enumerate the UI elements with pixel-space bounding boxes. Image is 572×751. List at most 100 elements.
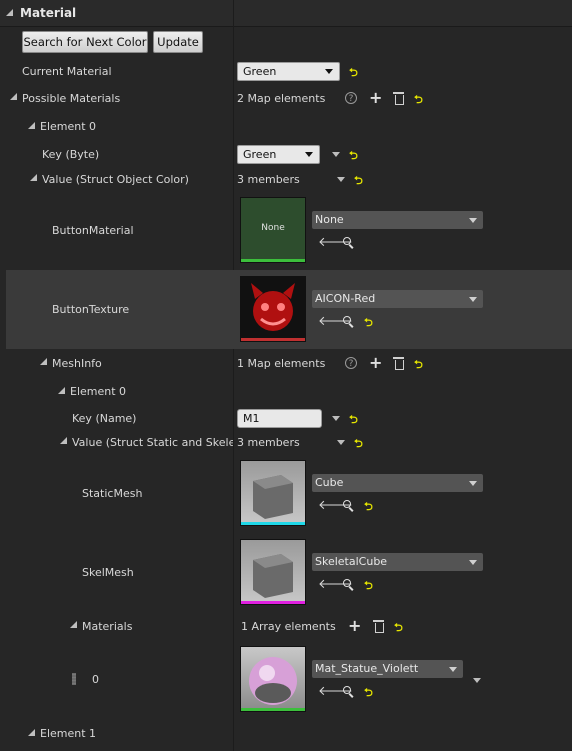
reset-to-default-icon[interactable]: ⮌	[364, 314, 373, 333]
red-devil-icon	[251, 283, 295, 331]
expand-arrow-icon[interactable]	[28, 122, 35, 129]
update-button[interactable]: Update	[153, 31, 203, 53]
asset-name: AICON-Red	[315, 292, 376, 305]
browse-magnifier-icon[interactable]	[343, 237, 351, 245]
drag-handle-icon[interactable]	[72, 673, 76, 685]
button-material-asset-combo[interactable]: None	[312, 211, 483, 229]
current-material-label: Current Material	[22, 65, 112, 78]
reset-to-default-icon[interactable]: ⮌	[414, 356, 423, 375]
delete-icon[interactable]	[393, 92, 404, 105]
array-index-label: 0	[92, 673, 99, 686]
current-material-combo[interactable]: Green	[237, 62, 340, 81]
cube-icon	[253, 554, 293, 598]
static-mesh-asset-combo[interactable]: Cube	[312, 474, 483, 492]
column-divider[interactable]	[233, 0, 234, 751]
materials-count: 1 Array elements	[241, 620, 336, 633]
skel-mesh-thumbnail[interactable]	[240, 539, 306, 605]
material-thumbnail[interactable]	[240, 646, 306, 712]
options-arrow-icon[interactable]	[332, 416, 340, 421]
thumbnail-none-text: None	[261, 223, 285, 233]
possible-materials-label: Possible Materials	[22, 92, 121, 105]
element0-label: Element 0	[40, 120, 97, 133]
add-element-icon[interactable]: +	[348, 618, 361, 634]
key-name-input[interactable]: M1	[237, 409, 322, 428]
key-byte-label: Key (Byte)	[42, 148, 100, 161]
current-material-value: Green	[243, 65, 277, 78]
skel-mesh-label: SkelMesh	[82, 566, 134, 579]
dropdown-arrow-icon	[469, 297, 477, 302]
mesh-value-struct-label: Value (Struct Static and Skeleta	[72, 436, 233, 449]
expand-arrow-icon[interactable]	[60, 437, 67, 444]
asset-name: SkeletalCube	[315, 555, 388, 568]
button-texture-asset-combo[interactable]: AICON-Red	[312, 290, 483, 308]
reset-to-default-icon[interactable]: ⮌	[354, 172, 363, 191]
material-asset-combo[interactable]: Mat_Statue_Violett	[312, 660, 463, 678]
add-element-icon[interactable]: +	[369, 90, 382, 106]
browse-magnifier-icon[interactable]	[343, 686, 351, 694]
dropdown-arrow-icon	[449, 667, 457, 672]
key-byte-value: Green	[243, 148, 277, 161]
delete-icon[interactable]	[393, 357, 404, 370]
expand-arrow-icon[interactable]	[10, 93, 17, 100]
asset-type-bar	[241, 708, 305, 711]
options-arrow-icon[interactable]	[332, 152, 340, 157]
materials-label: Materials	[82, 620, 133, 633]
mesh-info-count: 1 Map elements	[237, 357, 326, 370]
expand-arrow-icon[interactable]	[30, 174, 37, 181]
key-name-label: Key (Name)	[72, 412, 137, 425]
expand-arrow-icon[interactable]	[70, 621, 77, 628]
delete-icon[interactable]	[373, 620, 384, 633]
reset-to-default-icon[interactable]: ⮌	[349, 147, 358, 166]
dropdown-arrow-icon	[305, 152, 313, 157]
reset-to-default-icon[interactable]: ⮌	[414, 91, 423, 110]
skel-mesh-asset-combo[interactable]: SkeletalCube	[312, 553, 483, 571]
value-struct-label: Value (Struct Object Color)	[42, 173, 189, 186]
material-category-header[interactable]: Material	[0, 0, 572, 27]
browse-magnifier-icon[interactable]	[343, 500, 351, 508]
reset-to-default-icon[interactable]: ⮌	[364, 577, 373, 596]
dropdown-arrow-icon	[469, 481, 477, 486]
reset-to-default-icon[interactable]: ⮌	[354, 435, 363, 454]
key-byte-combo[interactable]: Green	[237, 145, 320, 164]
options-arrow-icon[interactable]	[337, 440, 345, 445]
search-next-color-button[interactable]: Search for Next Color	[22, 31, 148, 53]
element1-label: Element 1	[40, 727, 97, 740]
reset-to-default-icon[interactable]: ⮌	[394, 619, 403, 638]
reset-to-default-icon[interactable]: ⮌	[349, 411, 358, 430]
collapse-arrow-icon[interactable]	[6, 9, 13, 16]
asset-type-bar	[241, 338, 305, 341]
expand-arrow-icon[interactable]	[58, 387, 65, 394]
cube-icon	[253, 475, 293, 519]
reset-to-default-icon[interactable]: ⮌	[364, 684, 373, 703]
asset-name: Cube	[315, 476, 344, 489]
texture-thumbnail[interactable]	[240, 276, 306, 342]
options-arrow-icon[interactable]	[473, 678, 481, 683]
category-title: Material	[20, 6, 77, 20]
dropdown-arrow-icon	[469, 218, 477, 223]
asset-type-bar	[241, 601, 305, 604]
static-mesh-thumbnail[interactable]	[240, 460, 306, 526]
add-element-icon[interactable]: +	[369, 355, 382, 371]
material-thumbnail[interactable]: None	[240, 197, 306, 263]
static-mesh-label: StaticMesh	[82, 487, 143, 500]
mesh-value-members-count: 3 members	[237, 436, 300, 449]
asset-type-bar	[241, 522, 305, 525]
expand-arrow-icon[interactable]	[40, 358, 47, 365]
asset-type-bar	[241, 259, 305, 262]
sphere-icon	[249, 657, 297, 705]
asset-name: None	[315, 213, 344, 226]
expand-arrow-icon[interactable]	[28, 729, 35, 736]
dropdown-arrow-icon	[325, 69, 333, 74]
asset-name: Mat_Statue_Violett	[315, 662, 419, 675]
browse-magnifier-icon[interactable]	[343, 579, 351, 587]
options-arrow-icon[interactable]	[337, 177, 345, 182]
button-material-label: ButtonMaterial	[52, 224, 134, 237]
mesh-info-label: MeshInfo	[52, 357, 102, 370]
help-icon[interactable]: ?	[345, 357, 357, 369]
help-icon[interactable]: ?	[345, 92, 357, 104]
key-name-value: M1	[243, 412, 260, 425]
reset-to-default-icon[interactable]: ⮌	[349, 64, 358, 83]
browse-magnifier-icon[interactable]	[343, 316, 351, 324]
mesh-element0-label: Element 0	[70, 385, 127, 398]
reset-to-default-icon[interactable]: ⮌	[364, 498, 373, 517]
